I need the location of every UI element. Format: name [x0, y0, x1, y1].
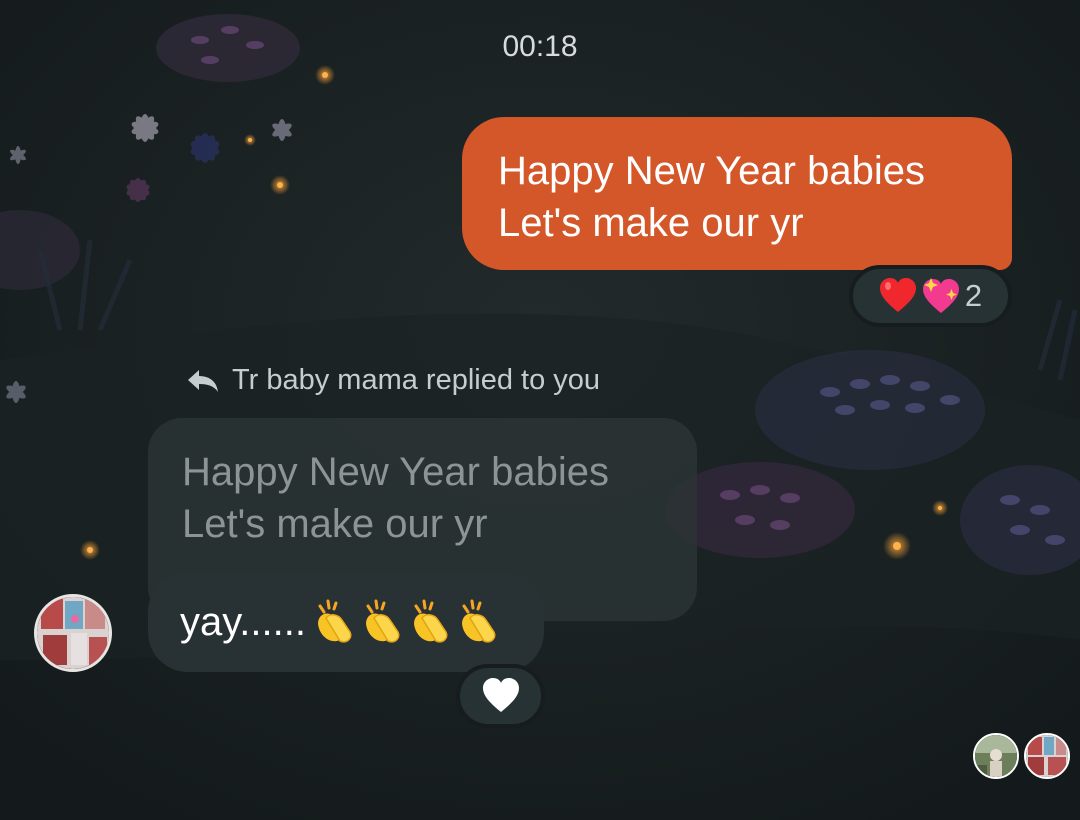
reaction-count: 2 [964, 278, 983, 313]
clapping-hands-emoji-icon [413, 599, 448, 643]
outgoing-reactions-pill[interactable]: 2 [849, 265, 1012, 327]
reply-indicator: Tr baby mama replied to you [186, 364, 600, 397]
reply-indicator-text: Tr baby mama replied to you [232, 364, 601, 396]
incoming-message-bubble[interactable]: yay...... [148, 572, 544, 672]
clapping-hands-emoji-icon [461, 599, 496, 643]
sparkling-heart-emoji-icon [922, 278, 959, 313]
seen-by-avatar-photo [975, 735, 1017, 777]
clapping-hands-emoji-icon [365, 599, 400, 643]
outgoing-message-bubble[interactable]: Happy New Year babies Let's make our yr [462, 117, 1012, 270]
reply-arrow-icon [188, 369, 218, 392]
clapping-hands-emoji-group [310, 598, 502, 646]
white-heart-emoji-icon [482, 678, 519, 712]
outgoing-message-line-2: Let's make our yr [498, 201, 804, 245]
quoted-message-line-2: Let's make our yr [182, 502, 488, 546]
seen-by-avatar[interactable] [1024, 733, 1070, 779]
clapping-hands-emoji-icon [317, 599, 352, 643]
sender-avatar[interactable] [34, 594, 112, 672]
seen-by-avatar[interactable] [973, 733, 1019, 779]
incoming-reaction-pill[interactable] [456, 664, 545, 728]
incoming-message-text: yay...... [180, 599, 306, 644]
sender-avatar-photo [37, 597, 109, 669]
quoted-message-line-1: Happy New Year babies [182, 450, 609, 494]
outgoing-message-line-1: Happy New Year babies [498, 149, 925, 193]
message-timestamp: 00:18 [502, 30, 578, 63]
heart-emoji-icon [879, 278, 916, 312]
seen-by-avatar-photo [1026, 735, 1068, 777]
